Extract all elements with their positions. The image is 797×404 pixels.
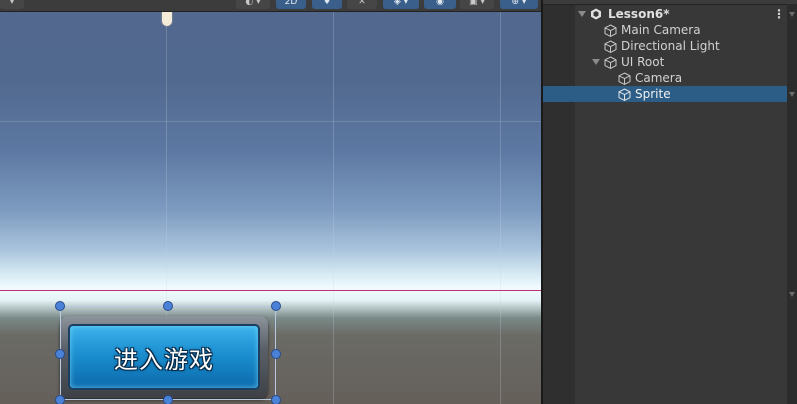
hierarchy-item-main-camera[interactable]: Main Camera xyxy=(543,22,787,38)
expand-arrow-icon[interactable] xyxy=(578,11,586,17)
grid-line xyxy=(333,11,334,404)
eye-slash-icon: ◉ xyxy=(436,0,444,7)
layers-icon: ◈ ▾ xyxy=(393,0,409,7)
hierarchy-scene-row[interactable]: Lesson6* ⋮ xyxy=(543,6,787,22)
cube-icon xyxy=(618,72,631,85)
hierarchy-item-sprite[interactable]: Sprite xyxy=(543,86,787,102)
scroll-arrow-icon[interactable] xyxy=(789,92,795,97)
hierarchy-scrollbar[interactable] xyxy=(787,4,797,404)
scene-name: Lesson6* xyxy=(608,7,670,21)
resize-handle-top-right[interactable] xyxy=(271,301,281,311)
hierarchy-item-label: UI Root xyxy=(621,55,665,69)
hierarchy-item-label: Camera xyxy=(635,71,683,85)
resize-handle-right[interactable] xyxy=(271,349,281,359)
hierarchy-item-label: Directional Light xyxy=(621,39,720,53)
camera-icon: ▣ ▾ xyxy=(469,0,485,7)
speaker-muted-icon: ✕ xyxy=(358,0,366,7)
horizon-line xyxy=(0,290,541,291)
resize-handle-bottom[interactable] xyxy=(163,395,173,404)
scene-view[interactable]: ▾ ◐ ▾ 2D ♦ ✕ ◈ ▾ ◉ ▣ ▾ ⊕ ▾ 进入游戏 xyxy=(0,0,541,404)
lightbulb-icon: ♦ xyxy=(322,0,332,7)
camera-settings-button[interactable]: ▣ ▾ xyxy=(460,0,494,9)
toggle-2d-button[interactable]: 2D xyxy=(276,0,306,9)
scroll-arrow-icon[interactable] xyxy=(789,292,795,297)
audio-toggle-button[interactable]: ✕ xyxy=(347,0,377,9)
resize-handle-top-left[interactable] xyxy=(55,301,65,311)
hierarchy-toolbar xyxy=(543,0,797,5)
resize-handle-left[interactable] xyxy=(55,349,65,359)
hierarchy-item-label: Main Camera xyxy=(621,23,701,37)
globe-icon: ⊕ ▾ xyxy=(511,0,527,7)
resize-handle-top[interactable] xyxy=(163,301,173,311)
expand-arrow-icon[interactable] xyxy=(592,59,600,65)
resize-handle-bottom-left[interactable] xyxy=(55,395,65,404)
cube-icon xyxy=(604,24,617,37)
scene-toolbar: ▾ ◐ ▾ 2D ♦ ✕ ◈ ▾ ◉ ▣ ▾ ⊕ ▾ xyxy=(0,0,541,12)
cube-icon xyxy=(604,56,617,69)
hierarchy-item-ui-root[interactable]: UI Root xyxy=(543,54,787,70)
view-options-button[interactable]: ▾ xyxy=(0,0,24,9)
hierarchy-item-directional-light[interactable]: Directional Light xyxy=(543,38,787,54)
cube-icon xyxy=(604,40,617,53)
gizmos-button[interactable]: ⊕ ▾ xyxy=(500,0,538,9)
lighting-toggle-button[interactable]: ♦ xyxy=(312,0,342,9)
scene-visibility-button[interactable]: ◉ xyxy=(424,0,456,9)
grid-line xyxy=(500,11,501,404)
hierarchy-panel: Lesson6* ⋮ Main Camera Directional Light… xyxy=(543,0,797,404)
hierarchy-item-camera[interactable]: Camera xyxy=(543,70,787,86)
scroll-arrow-icon[interactable] xyxy=(789,12,795,17)
resize-handle-bottom-right[interactable] xyxy=(271,395,281,404)
hierarchy-item-label: Sprite xyxy=(635,87,671,101)
effects-toggle-button[interactable]: ◈ ▾ xyxy=(383,0,419,9)
draw-mode-button[interactable]: ◐ ▾ xyxy=(236,0,270,9)
selection-rect[interactable] xyxy=(60,306,276,400)
more-options-icon[interactable]: ⋮ xyxy=(773,7,785,21)
unity-scene-icon xyxy=(591,8,601,20)
grid-line xyxy=(0,121,541,122)
cube-icon xyxy=(618,88,631,101)
